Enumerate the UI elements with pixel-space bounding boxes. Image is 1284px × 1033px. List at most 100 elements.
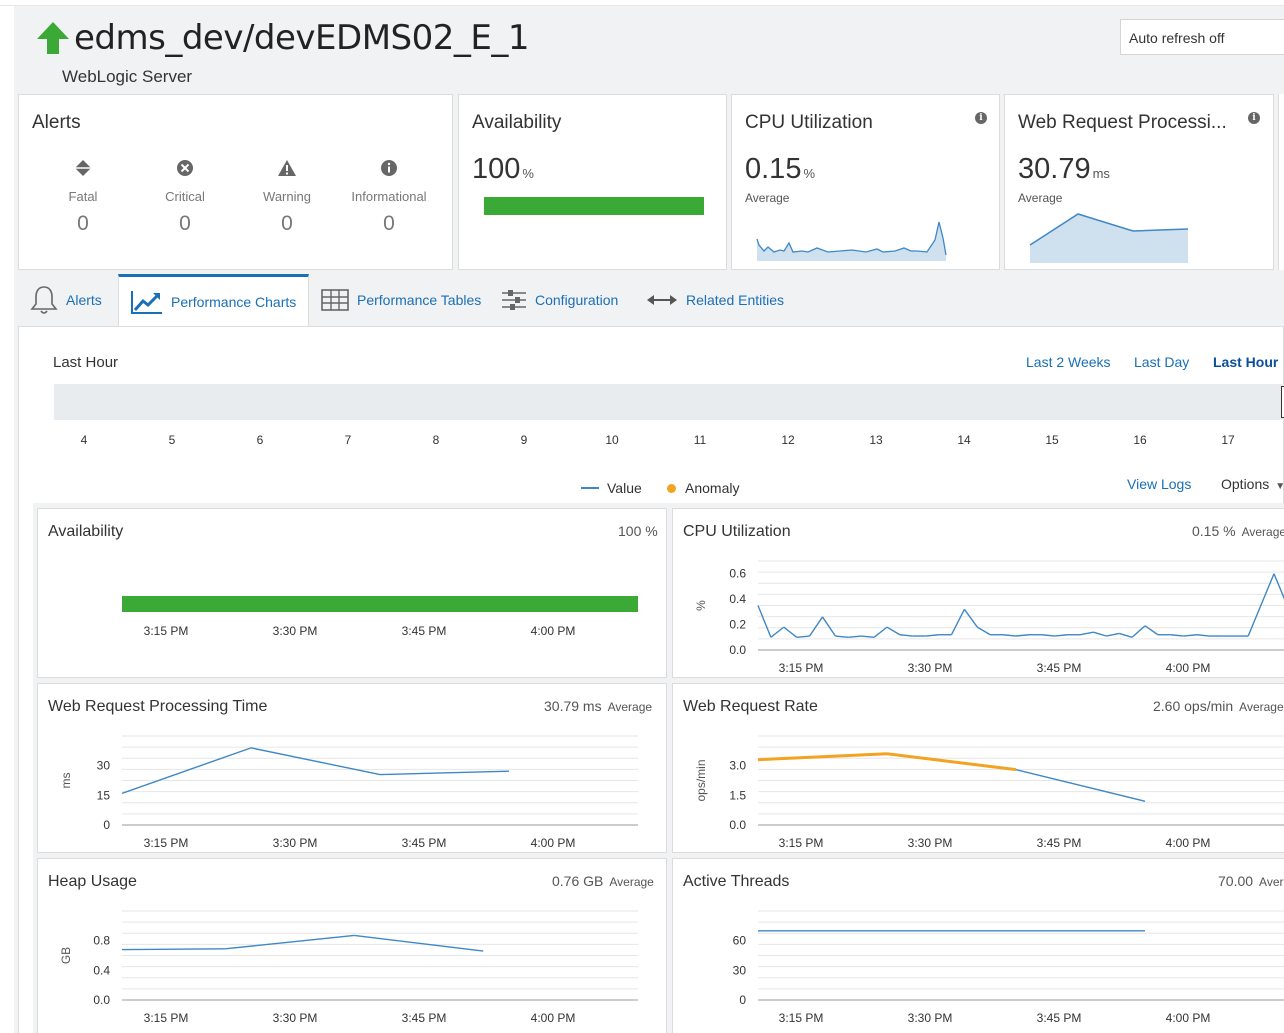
timeline-tick-label: 7 xyxy=(344,433,352,447)
x-tick-label: 3:45 PM xyxy=(402,624,447,638)
legend-value-label: Value xyxy=(607,480,642,496)
y-tick-label: 60 xyxy=(733,934,747,948)
series-segment xyxy=(848,635,862,638)
y-tick-label: 30 xyxy=(733,963,747,977)
chart-plot: 30 15 0 ms 3:15 PM 3:30 PM 3:45 PM 4:00 PM xyxy=(59,735,638,850)
y-tick-label: 0.0 xyxy=(729,643,746,657)
x-tick-label: 3:15 PM xyxy=(144,836,189,850)
line-chart-icon xyxy=(131,291,162,314)
tab-related-entities-label: Related Entities xyxy=(686,292,785,308)
x-tick-label: 3:30 PM xyxy=(273,624,318,638)
y-tick-label: 15 xyxy=(97,788,111,802)
legend-value: Value xyxy=(581,480,642,496)
series-segment xyxy=(925,634,939,637)
time-range-slider[interactable] xyxy=(54,384,1284,420)
timeline-tick-label: 12 xyxy=(781,433,795,447)
view-logs-link[interactable]: View Logs xyxy=(1127,476,1191,492)
alert-critical-label: Critical xyxy=(165,189,205,204)
tab-performance-tables-label: Performance Tables xyxy=(357,292,482,308)
legend-anomaly-dot xyxy=(667,483,676,493)
auto-refresh-select[interactable]: Auto refresh off xyxy=(1120,19,1284,55)
series-segment xyxy=(963,608,978,628)
alerts-card-title: Alerts xyxy=(32,112,81,133)
tab-configuration[interactable]: Configuration xyxy=(501,274,618,326)
series-segment xyxy=(1183,634,1197,637)
x-tick-label: 4:00 PM xyxy=(531,624,576,638)
alert-informational[interactable]: Informational 0 xyxy=(339,157,439,236)
availability-card-title: Availability xyxy=(472,112,562,133)
alert-warning-count: 0 xyxy=(281,212,293,235)
tab-performance-charts[interactable]: Performance Charts xyxy=(118,274,309,327)
x-tick-label: 4:00 PM xyxy=(531,836,576,850)
chart-web-request-rate: Web Request Rate 2.60 ops/min Average 3.0 1.… xyxy=(672,683,1284,853)
range-last-hour[interactable]: Last Hour xyxy=(1213,354,1278,370)
x-tick-label: 3:15 PM xyxy=(144,1011,189,1025)
availability-value: 100% xyxy=(472,153,534,185)
alert-critical[interactable]: Critical 0 xyxy=(135,157,235,236)
timeline-tick-label: 10 xyxy=(605,433,619,447)
alert-fatal[interactable]: Fatal 0 xyxy=(33,157,133,236)
left-gutter xyxy=(0,6,14,1033)
performance-charts-panel: Last Hour Last 2 Weeks Last Day Last Hou… xyxy=(18,326,1284,1033)
entity-home-page: edms_dev/devEDMS02_E_1 WebLogic Server A… xyxy=(14,6,1284,1033)
timeline-tick-label: 5 xyxy=(168,433,176,447)
chart-plot: 60 30 0 3:15 PM 3:30 PM 3:45 PM 4:00 PM xyxy=(733,910,1284,1025)
x-tick-label: 3:15 PM xyxy=(144,624,189,638)
tab-related-entities[interactable]: Related Entities xyxy=(646,274,784,326)
x-tick-label: 3:15 PM xyxy=(779,1011,824,1025)
timeline-tick-label: 17 xyxy=(1221,433,1235,447)
alert-informational-label: Informational xyxy=(351,189,427,204)
x-tick-label: 3:45 PM xyxy=(1037,836,1082,850)
tab-bar: Alerts Performance Charts Performance Ta… xyxy=(14,274,1284,327)
series-segment xyxy=(976,626,991,636)
web-request-card[interactable]: Web Request Processi... i 30.79 ms Averag… xyxy=(1004,94,1274,270)
x-tick-label: 3:45 PM xyxy=(402,1011,447,1025)
alert-fatal-label: Fatal xyxy=(68,189,98,204)
tab-alerts[interactable]: Alerts xyxy=(30,274,102,326)
alert-fatal-count: 0 xyxy=(77,212,89,235)
series-segment xyxy=(796,635,810,638)
options-menu[interactable]: Options ▼ xyxy=(1221,476,1284,492)
alert-warning[interactable]: Warning 0 xyxy=(237,157,337,236)
chart-active-threads: Active Threads70.00Average603003:15 PM3:… xyxy=(672,858,1284,1033)
x-tick-label: 4:00 PM xyxy=(1166,836,1211,850)
series-segment xyxy=(1015,634,1029,637)
series-segment xyxy=(250,747,381,776)
series-segment xyxy=(1015,768,1146,802)
series-segment xyxy=(1054,634,1068,637)
series-anomaly-segment xyxy=(757,752,888,762)
diamond-icon xyxy=(33,157,133,179)
options-label: Options xyxy=(1221,476,1270,492)
x-tick-label: 3:30 PM xyxy=(273,1011,318,1025)
y-tick-label: 1.5 xyxy=(729,788,746,802)
alert-warning-label: Warning xyxy=(263,189,311,204)
y-tick-label: 0 xyxy=(739,993,746,1007)
series-segment xyxy=(899,634,913,637)
series-segment xyxy=(835,635,849,638)
tab-performance-tables[interactable]: Performance Tables xyxy=(321,274,481,326)
chart-plot: 0.8 0.4 0.0 GB 3:15 PM 3:30 PM 3:45 PM 4:00 PM xyxy=(59,910,638,1025)
availability-bar xyxy=(122,596,638,612)
entity-type: WebLogic Server xyxy=(62,67,193,86)
series-segment xyxy=(1170,634,1184,637)
chart-web-request-processing-time: Web Request Processing Time 30.79 ms Avera… xyxy=(37,683,667,853)
cpu-card[interactable]: CPU Utilization i 0.15% Average xyxy=(731,94,1000,270)
series-segment xyxy=(1080,631,1094,636)
y-tick-label: 0.4 xyxy=(93,963,110,977)
legend-anomaly: Anomaly xyxy=(667,480,739,496)
sliders-icon xyxy=(502,290,526,310)
range-last-2-weeks[interactable]: Last 2 Weeks xyxy=(1026,354,1111,370)
chart-plot: 3:15 PM 3:30 PM 3:45 PM 4:00 PM xyxy=(122,596,638,638)
timeline-tick-label: 13 xyxy=(869,433,883,447)
series-segment xyxy=(121,747,252,795)
timeline-tick-label: 16 xyxy=(1133,433,1147,447)
series-segment xyxy=(1144,625,1159,636)
availability-card[interactable]: Availability 100% xyxy=(458,94,727,270)
series-segment xyxy=(354,934,484,952)
series-segment xyxy=(873,626,888,638)
x-tick-label: 4:00 PM xyxy=(1166,661,1211,675)
series-segment xyxy=(950,608,966,636)
y-axis-label: % xyxy=(694,600,708,611)
range-last-day[interactable]: Last Day xyxy=(1134,354,1189,370)
double-arrow-icon xyxy=(647,295,677,305)
